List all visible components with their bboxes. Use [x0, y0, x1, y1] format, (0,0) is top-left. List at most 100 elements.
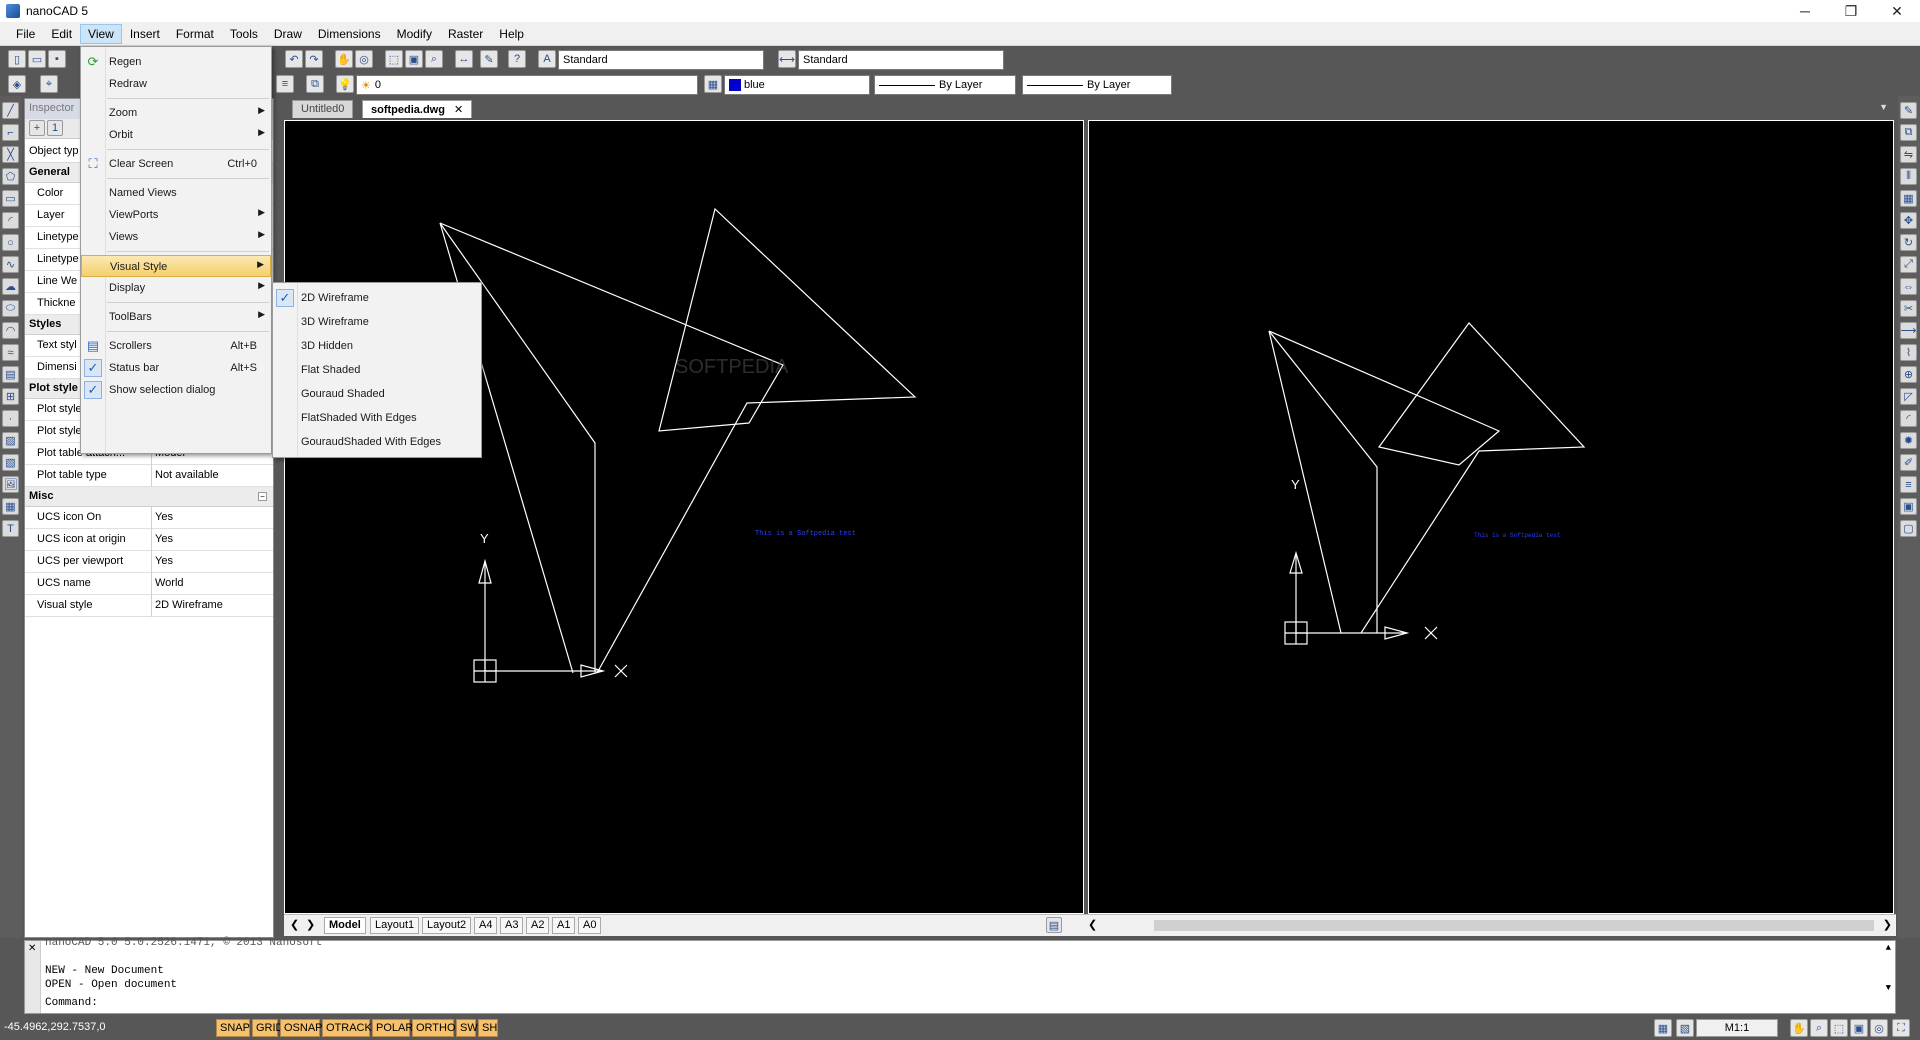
chamfer-icon[interactable]: ◸: [1900, 388, 1917, 405]
paper-space-icon[interactable]: ▧: [1676, 1019, 1694, 1037]
menu-help[interactable]: Help: [491, 24, 532, 44]
next-layout-icon[interactable]: ❯: [306, 918, 315, 931]
redo-icon[interactable]: ↷: [305, 50, 323, 68]
minimize-button[interactable]: ─: [1782, 0, 1828, 22]
menu-item-redraw[interactable]: Redraw: [81, 73, 271, 95]
region-icon[interactable]: ▧: [2, 454, 19, 471]
menu-item-regen[interactable]: ⟳ Regen: [81, 51, 271, 73]
scroll-down-icon[interactable]: ▼: [1886, 983, 1891, 993]
scroll-thumb[interactable]: [1154, 920, 1874, 931]
menu-item-visual-style[interactable]: Visual Style ▶: [81, 255, 271, 277]
close-tab-icon[interactable]: ✕: [454, 104, 463, 116]
collapse-icon[interactable]: −: [258, 492, 267, 501]
layout-tab-a0[interactable]: A0: [578, 917, 602, 934]
command-window-handle[interactable]: ✕: [25, 941, 41, 1013]
scroll-left-icon[interactable]: ❮: [1088, 918, 1097, 931]
menu-tools[interactable]: Tools: [222, 24, 266, 44]
menu-edit[interactable]: Edit: [43, 24, 80, 44]
polyline-icon[interactable]: ⌐: [2, 124, 19, 141]
model-space-icon[interactable]: ▦: [1654, 1019, 1672, 1037]
text-style-select[interactable]: Standard: [558, 50, 764, 70]
ungroup-icon[interactable]: ▢: [1900, 520, 1917, 537]
array-icon[interactable]: ▦: [1900, 190, 1917, 207]
status-toggle-grid[interactable]: GRID: [252, 1019, 284, 1037]
status-toggle-sw[interactable]: SW: [456, 1019, 478, 1037]
explode-icon[interactable]: ✹: [1900, 432, 1917, 449]
menu-dimensions[interactable]: Dimensions: [310, 24, 389, 44]
layout-tab-layout2[interactable]: Layout2: [422, 917, 472, 934]
wave-icon[interactable]: ≈: [2, 344, 19, 361]
scroll-right-icon[interactable]: ❯: [1883, 918, 1892, 931]
join-icon[interactable]: ⊕: [1900, 366, 1917, 383]
viewport-right[interactable]: Y This is a Softpedia test: [1088, 120, 1894, 914]
polygon-icon[interactable]: ⬠: [2, 168, 19, 185]
status-toggle-sh[interactable]: SH: [478, 1019, 498, 1037]
add-icon[interactable]: +: [29, 120, 45, 136]
menu-item-clear-screen[interactable]: ⛶ Clear Screen Ctrl+0: [81, 153, 271, 175]
new-file-icon[interactable]: ▯: [8, 50, 26, 68]
drawing-text-right[interactable]: This is a Softpedia test: [1474, 532, 1560, 539]
mirror-icon[interactable]: ⇋: [1900, 146, 1917, 163]
status-toggle-polar[interactable]: POLAR: [372, 1019, 413, 1037]
visual-style-3d-hidden[interactable]: 3D Hidden: [273, 335, 481, 357]
menu-item-scrollers[interactable]: ▤ Scrollers Alt+B: [81, 335, 271, 357]
layer-states-icon[interactable]: ⧉: [306, 75, 324, 93]
save-icon[interactable]: ▪: [48, 50, 66, 68]
prev-layout-icon[interactable]: ❮: [290, 918, 299, 931]
menu-item-named-views[interactable]: Named Views: [81, 182, 271, 204]
layout-tab-a1[interactable]: A1: [552, 917, 576, 934]
status-toggle-otrack[interactable]: OTRACK: [322, 1019, 372, 1037]
pan-icon[interactable]: ✋: [335, 50, 353, 68]
one-icon[interactable]: 1: [47, 120, 63, 136]
offset-icon[interactable]: ⫴: [1900, 168, 1917, 185]
table-icon[interactable]: ▦: [2, 498, 19, 515]
viewport-left[interactable]: Y This is a Softpedia test SOFTPEDIA: [284, 120, 1084, 914]
hatch-icon[interactable]: ▨: [2, 432, 19, 449]
text-icon[interactable]: T: [2, 520, 19, 537]
cloud-icon[interactable]: ☁: [2, 278, 19, 295]
ellipse-icon[interactable]: ⬭: [2, 300, 19, 317]
move-icon[interactable]: ✥: [1900, 212, 1917, 229]
extend-icon[interactable]: ⟶: [1900, 322, 1917, 339]
stretch-icon[interactable]: ⇔: [1900, 278, 1917, 295]
layer-select[interactable]: ☀ 0: [356, 75, 698, 95]
pan-status-icon[interactable]: ✋: [1790, 1019, 1808, 1037]
menu-view[interactable]: View: [80, 23, 122, 44]
pencil-icon[interactable]: ✎: [480, 50, 498, 68]
zoom-extents-status-icon[interactable]: ▣: [1850, 1019, 1868, 1037]
construction-line-icon[interactable]: ╳: [2, 146, 19, 163]
status-toggle-ortho[interactable]: ORTHO: [412, 1019, 456, 1037]
visual-style-gouraud-shaded[interactable]: Gouraud Shaded: [273, 383, 481, 405]
layout-tab-a4[interactable]: A4: [474, 917, 498, 934]
layout-tab-model[interactable]: Model: [324, 917, 366, 934]
menu-raster[interactable]: Raster: [440, 24, 491, 44]
group-icon[interactable]: ▣: [1900, 498, 1917, 515]
close-command-icon[interactable]: ✕: [28, 943, 36, 954]
zoom-window-status-icon[interactable]: ⬚: [1830, 1019, 1848, 1037]
menu-insert[interactable]: Insert: [122, 24, 168, 44]
lineweight-select[interactable]: By Layer: [1022, 75, 1172, 95]
status-toggle-snap[interactable]: SNAP: [216, 1019, 250, 1037]
zoom-status-icon[interactable]: ⌕: [1810, 1019, 1828, 1037]
menu-item-orbit[interactable]: Orbit ▶: [81, 124, 271, 146]
command-prompt[interactable]: Command:: [45, 997, 98, 1009]
visual-style-flat-shaded[interactable]: Flat Shaded: [273, 359, 481, 381]
align-icon[interactable]: ≡: [1900, 476, 1917, 493]
status-toggle-osnap[interactable]: OSNAP: [280, 1019, 323, 1037]
rectangle-icon[interactable]: ▭: [2, 190, 19, 207]
drawing-text-left[interactable]: This is a Softpedia test: [755, 530, 856, 538]
tab-list-icon[interactable]: ▼: [1879, 102, 1888, 112]
zoom-extents-icon[interactable]: ▣: [405, 50, 423, 68]
menu-item-views[interactable]: Views ▶: [81, 226, 271, 248]
annotation-scale[interactable]: M1:1: [1696, 1019, 1778, 1037]
linetype-select[interactable]: By Layer: [874, 75, 1016, 95]
property-row[interactable]: Visual style 2D Wireframe: [25, 595, 273, 617]
tab-softpedia-dwg[interactable]: softpedia.dwg ✕: [362, 100, 473, 118]
point-icon[interactable]: ·: [2, 410, 19, 427]
arc-icon[interactable]: ◜: [2, 212, 19, 229]
color-select[interactable]: blue: [724, 75, 870, 95]
circle-icon[interactable]: ○: [2, 234, 19, 251]
menu-item-toolbars[interactable]: ToolBars ▶: [81, 306, 271, 328]
menu-item-status-bar[interactable]: ✓ Status bar Alt+S: [81, 357, 271, 379]
tab-untitled0[interactable]: Untitled0: [292, 100, 354, 118]
